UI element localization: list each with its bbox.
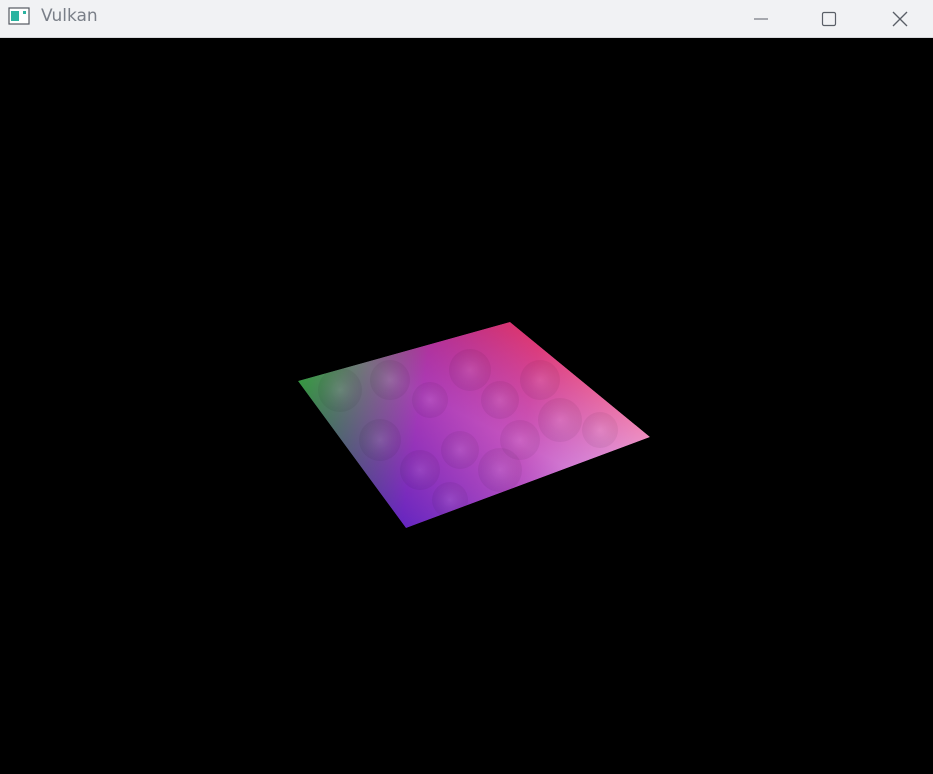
- minimize-icon: [754, 18, 768, 19]
- render-viewport[interactable]: [0, 38, 933, 774]
- maximize-button[interactable]: [806, 0, 852, 37]
- maximize-icon: [821, 11, 837, 26]
- rendered-quad: [298, 322, 650, 528]
- title-bar[interactable]: Vulkan: [0, 0, 933, 38]
- window-title: Vulkan: [41, 6, 98, 26]
- app-window-icon: [8, 7, 30, 25]
- vulkan-window: Vulkan: [0, 0, 933, 774]
- close-icon: [892, 11, 908, 26]
- close-button[interactable]: [877, 0, 923, 37]
- minimize-button[interactable]: [738, 0, 784, 37]
